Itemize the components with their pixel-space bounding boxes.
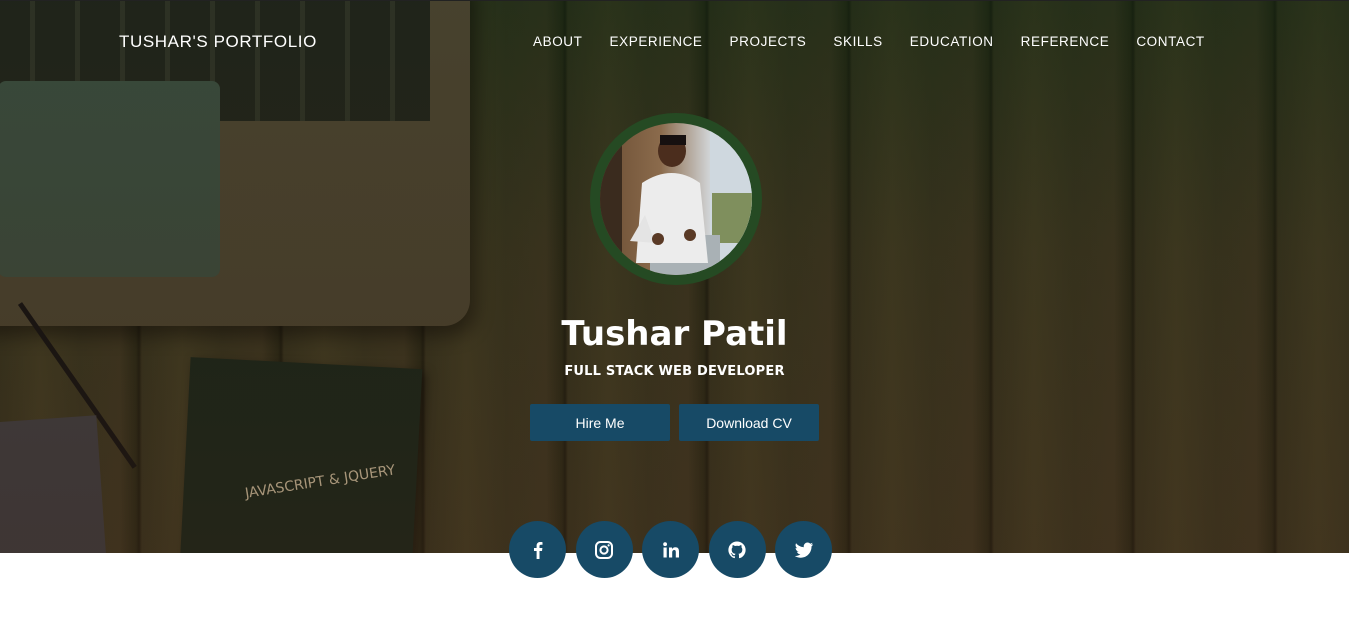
nav-education[interactable]: EDUCATION [910,34,994,49]
nav-about[interactable]: ABOUT [533,34,583,49]
avatar [600,123,752,275]
facebook-icon [533,541,542,559]
brand-title[interactable]: TUSHAR'S PORTFOLIO [119,32,317,52]
nav-skills[interactable]: SKILLS [833,34,882,49]
social-links [509,521,832,578]
nav-projects[interactable]: PROJECTS [730,34,807,49]
hire-me-button[interactable]: Hire Me [530,404,670,441]
instagram-link[interactable] [575,521,633,578]
linkedin-link[interactable] [642,521,699,578]
hero-name: Tushar Patil [561,314,788,354]
trackpad-image [0,81,220,277]
facebook-link[interactable] [509,521,566,578]
notepad-image [0,415,108,553]
nav-contact[interactable]: CONTACT [1136,34,1204,49]
github-icon [728,540,746,558]
hero-role: FULL STACK WEB DEVELOPER [564,364,785,379]
nav-experience[interactable]: EXPERIENCE [610,34,703,49]
book-image: JAVASCRIPT & JQUERY [179,357,423,553]
twitter-link[interactable] [775,521,832,578]
instagram-icon [595,540,613,559]
twitter-icon [794,542,813,558]
main-nav: ABOUT EXPERIENCE PROJECTS SKILLS EDUCATI… [533,34,1205,49]
avatar-ring [590,113,762,285]
linkedin-icon [662,541,679,557]
github-link[interactable] [708,521,766,578]
book-cover-text: JAVASCRIPT & JQUERY [243,462,397,502]
nav-reference[interactable]: REFERENCE [1021,34,1110,49]
download-cv-button[interactable]: Download CV [679,404,819,441]
profile-photo [600,123,752,275]
